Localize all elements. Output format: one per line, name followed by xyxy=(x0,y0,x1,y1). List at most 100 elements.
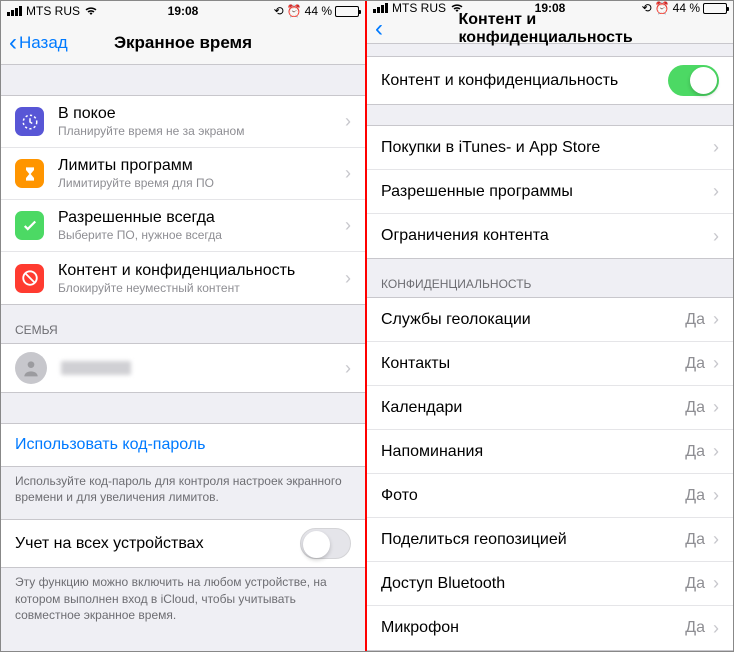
chevron-right-icon: › xyxy=(713,573,719,594)
row-family-member[interactable]: › xyxy=(1,344,365,392)
battery-percent: 44 % xyxy=(305,4,332,18)
row-title: Контент и конфиденциальность xyxy=(381,72,668,90)
row-title: Покупки в iTunes- и App Store xyxy=(381,139,713,157)
row-always-allowed[interactable]: Разрешенные всегда Выберите ПО, нужное в… xyxy=(1,200,365,252)
row-title: Ограничения контента xyxy=(381,227,713,245)
nav-bar: ‹ Назад Экранное время xyxy=(1,21,365,65)
rotation-lock-icon: ⟲ xyxy=(274,4,284,18)
back-label: Назад xyxy=(19,33,68,53)
signal-icon xyxy=(373,3,388,13)
row-reminders[interactable]: Напоминания Да › xyxy=(367,430,733,474)
signal-icon xyxy=(7,6,22,16)
row-value: Да xyxy=(685,487,705,505)
row-downtime[interactable]: В покое Планируйте время не за экраном › xyxy=(1,96,365,148)
row-title: Лимиты программ xyxy=(58,157,345,175)
block-icon xyxy=(15,264,44,293)
row-contacts[interactable]: Контакты Да › xyxy=(367,342,733,386)
screen-content-privacy: MTS RUS 19:08 ⟲ ⏰ 44 % ‹ Контент и конфи… xyxy=(367,1,733,651)
battery-icon xyxy=(335,6,359,17)
back-button[interactable]: ‹ xyxy=(375,17,385,41)
row-calendars[interactable]: Календари Да › xyxy=(367,386,733,430)
battery-percent: 44 % xyxy=(673,1,700,15)
chevron-right-icon: › xyxy=(345,111,351,132)
row-value: Да xyxy=(685,531,705,549)
share-toggle[interactable] xyxy=(300,528,351,559)
row-location-services[interactable]: Службы геолокации Да › xyxy=(367,298,733,342)
screen-screen-time: MTS RUS 19:08 ⟲ ⏰ 44 % ‹ Назад Экранное … xyxy=(1,1,367,651)
chevron-right-icon: › xyxy=(713,618,719,639)
row-itunes-purchases[interactable]: Покупки в iTunes- и App Store › xyxy=(367,126,733,170)
row-title: Контент и конфиденциальность xyxy=(58,262,345,280)
chevron-right-icon: › xyxy=(713,485,719,506)
row-title: Разрешенные программы xyxy=(381,183,713,201)
row-bluetooth[interactable]: Доступ Bluetooth Да › xyxy=(367,562,733,606)
chevron-right-icon: › xyxy=(713,309,719,330)
row-app-limits[interactable]: Лимиты программ Лимитируйте время для ПО… xyxy=(1,148,365,200)
row-microphone[interactable]: Микрофон Да › xyxy=(367,606,733,650)
row-subtitle: Блокируйте неуместный контент xyxy=(58,281,345,295)
chevron-right-icon: › xyxy=(713,441,719,462)
back-button[interactable]: ‹ Назад xyxy=(9,31,68,55)
status-time: 19:08 xyxy=(168,4,199,18)
row-title: Разрешенные всегда xyxy=(58,209,345,227)
row-content-privacy[interactable]: Контент и конфиденциальность Блокируйте … xyxy=(1,252,365,304)
chevron-right-icon: › xyxy=(713,137,719,158)
chevron-right-icon: › xyxy=(713,181,719,202)
passcode-footer: Используйте код-пароль для контроля наст… xyxy=(1,467,365,519)
row-allowed-apps[interactable]: Разрешенные программы › xyxy=(367,170,733,214)
rotation-lock-icon: ⟲ xyxy=(642,1,652,15)
nav-title: Контент и конфиденциальность xyxy=(459,11,642,47)
share-footer: Эту функцию можно включить на любом устр… xyxy=(1,568,365,637)
use-passcode-button[interactable]: Использовать код-пароль xyxy=(1,423,365,467)
row-title: В покое xyxy=(58,105,345,123)
privacy-header: КОНФИДЕНЦИАЛЬНОСТЬ xyxy=(367,259,733,297)
downtime-icon xyxy=(15,107,44,136)
row-title: Доступ Bluetooth xyxy=(381,575,685,593)
row-title: Фото xyxy=(381,487,685,505)
chevron-right-icon: › xyxy=(713,353,719,374)
row-title: Службы геолокации xyxy=(381,311,685,329)
row-subtitle: Планируйте время не за экраном xyxy=(58,124,345,138)
chevron-right-icon: › xyxy=(713,226,719,247)
row-photos[interactable]: Фото Да › xyxy=(367,474,733,518)
carrier-label: MTS RUS xyxy=(392,1,446,15)
wifi-icon xyxy=(84,6,98,16)
avatar-icon xyxy=(15,352,47,384)
chevron-left-icon: ‹ xyxy=(9,31,17,55)
chevron-right-icon: › xyxy=(345,358,351,379)
nav-title: Экранное время xyxy=(114,33,252,53)
content-privacy-toggle[interactable] xyxy=(668,65,719,96)
chevron-right-icon: › xyxy=(713,397,719,418)
row-value: Да xyxy=(685,355,705,373)
row-content-privacy-toggle[interactable]: Контент и конфиденциальность xyxy=(367,57,733,104)
family-header: СЕМЬЯ xyxy=(1,305,365,343)
row-value: Да xyxy=(685,311,705,329)
row-content-restrictions[interactable]: Ограничения контента › xyxy=(367,214,733,258)
row-share-across[interactable]: Учет на всех устройствах xyxy=(1,520,365,567)
chevron-right-icon: › xyxy=(345,268,351,289)
battery-icon xyxy=(703,3,727,14)
row-share-location[interactable]: Поделиться геопозицией Да › xyxy=(367,518,733,562)
check-icon xyxy=(15,211,44,240)
row-title: Напоминания xyxy=(381,443,685,461)
row-title: Календари xyxy=(381,399,685,417)
member-name-blurred xyxy=(61,361,131,375)
row-title: Контакты xyxy=(381,355,685,373)
row-value: Да xyxy=(685,399,705,417)
chevron-right-icon: › xyxy=(345,163,351,184)
row-title: Микрофон xyxy=(381,619,685,637)
row-subtitle: Лимитируйте время для ПО xyxy=(58,176,345,190)
chevron-left-icon: ‹ xyxy=(375,17,383,41)
alarm-icon: ⏰ xyxy=(287,4,302,18)
row-title: Поделиться геопозицией xyxy=(381,531,685,549)
row-title: Учет на всех устройствах xyxy=(15,535,300,553)
status-bar: MTS RUS 19:08 ⟲ ⏰ 44 % xyxy=(1,1,365,21)
row-value: Да xyxy=(685,443,705,461)
chevron-right-icon: › xyxy=(345,215,351,236)
carrier-label: MTS RUS xyxy=(26,4,80,18)
row-value: Да xyxy=(685,619,705,637)
row-subtitle: Выберите ПО, нужное всегда xyxy=(58,228,345,242)
row-value: Да xyxy=(685,575,705,593)
alarm-icon: ⏰ xyxy=(655,1,670,15)
nav-bar: ‹ Контент и конфиденциальность xyxy=(367,15,733,44)
